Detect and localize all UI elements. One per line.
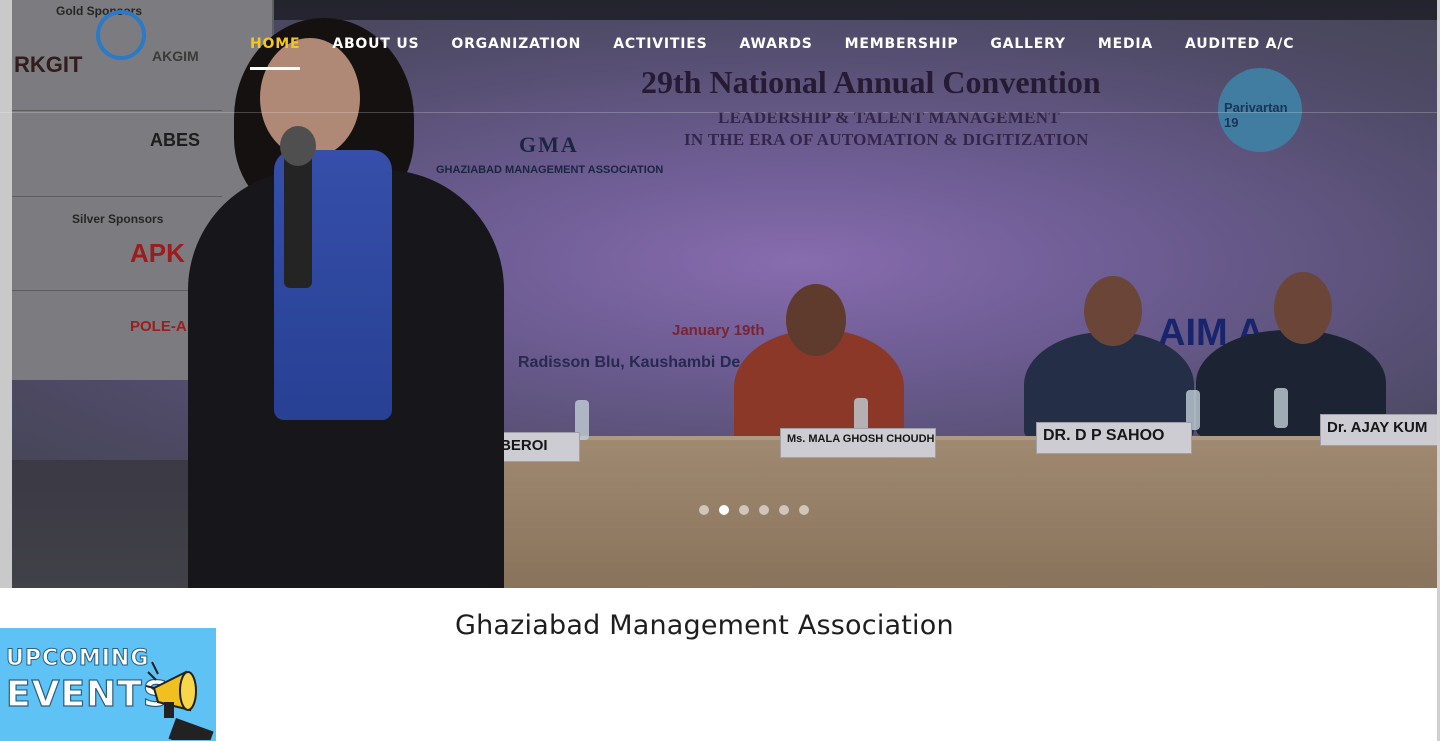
slider-dot-1[interactable]: [699, 505, 709, 515]
site-logo[interactable]: AKGIM: [92, 8, 222, 86]
wheel-logo-icon: [96, 10, 146, 60]
left-edge: [0, 0, 12, 588]
slider-dots: [699, 505, 809, 515]
logo-name: AKGIM: [152, 48, 199, 64]
nav-item-membership[interactable]: MEMBERSHIP: [845, 36, 959, 66]
main-nav: HOME ABOUT US ORGANIZATION ACTIVITIES AW…: [250, 36, 1326, 70]
slider-dot-5[interactable]: [779, 505, 789, 515]
slider-dot-4[interactable]: [759, 505, 769, 515]
upcoming-events-banner[interactable]: UPCOMING EVENTS: [0, 628, 216, 741]
nav-item-media[interactable]: MEDIA: [1098, 36, 1153, 66]
megaphone-icon: [146, 661, 214, 740]
nav-divider: [0, 112, 1440, 113]
upcoming-text: UPCOMING: [5, 646, 150, 672]
nav-item-about-us[interactable]: ABOUT US: [332, 36, 419, 66]
page: Gold Sponsors RKGIT ABES Silver Sponsors…: [0, 0, 1440, 741]
nav-item-organization[interactable]: ORGANIZATION: [451, 36, 581, 66]
nav-item-gallery[interactable]: GALLERY: [990, 36, 1065, 66]
nav-item-home[interactable]: HOME: [250, 36, 301, 70]
nav-item-audited-ac[interactable]: AUDITED A/C: [1185, 36, 1294, 66]
page-title: Ghaziabad Management Association: [455, 610, 954, 641]
hero-slider: Gold Sponsors RKGIT ABES Silver Sponsors…: [12, 0, 1440, 588]
slider-dot-6[interactable]: [799, 505, 809, 515]
hero-overlay: [12, 0, 1440, 588]
slider-dot-2[interactable]: [719, 505, 729, 515]
nav-item-awards[interactable]: AWARDS: [740, 36, 813, 66]
slider-dot-3[interactable]: [739, 505, 749, 515]
nav-item-activities[interactable]: ACTIVITIES: [613, 36, 707, 66]
